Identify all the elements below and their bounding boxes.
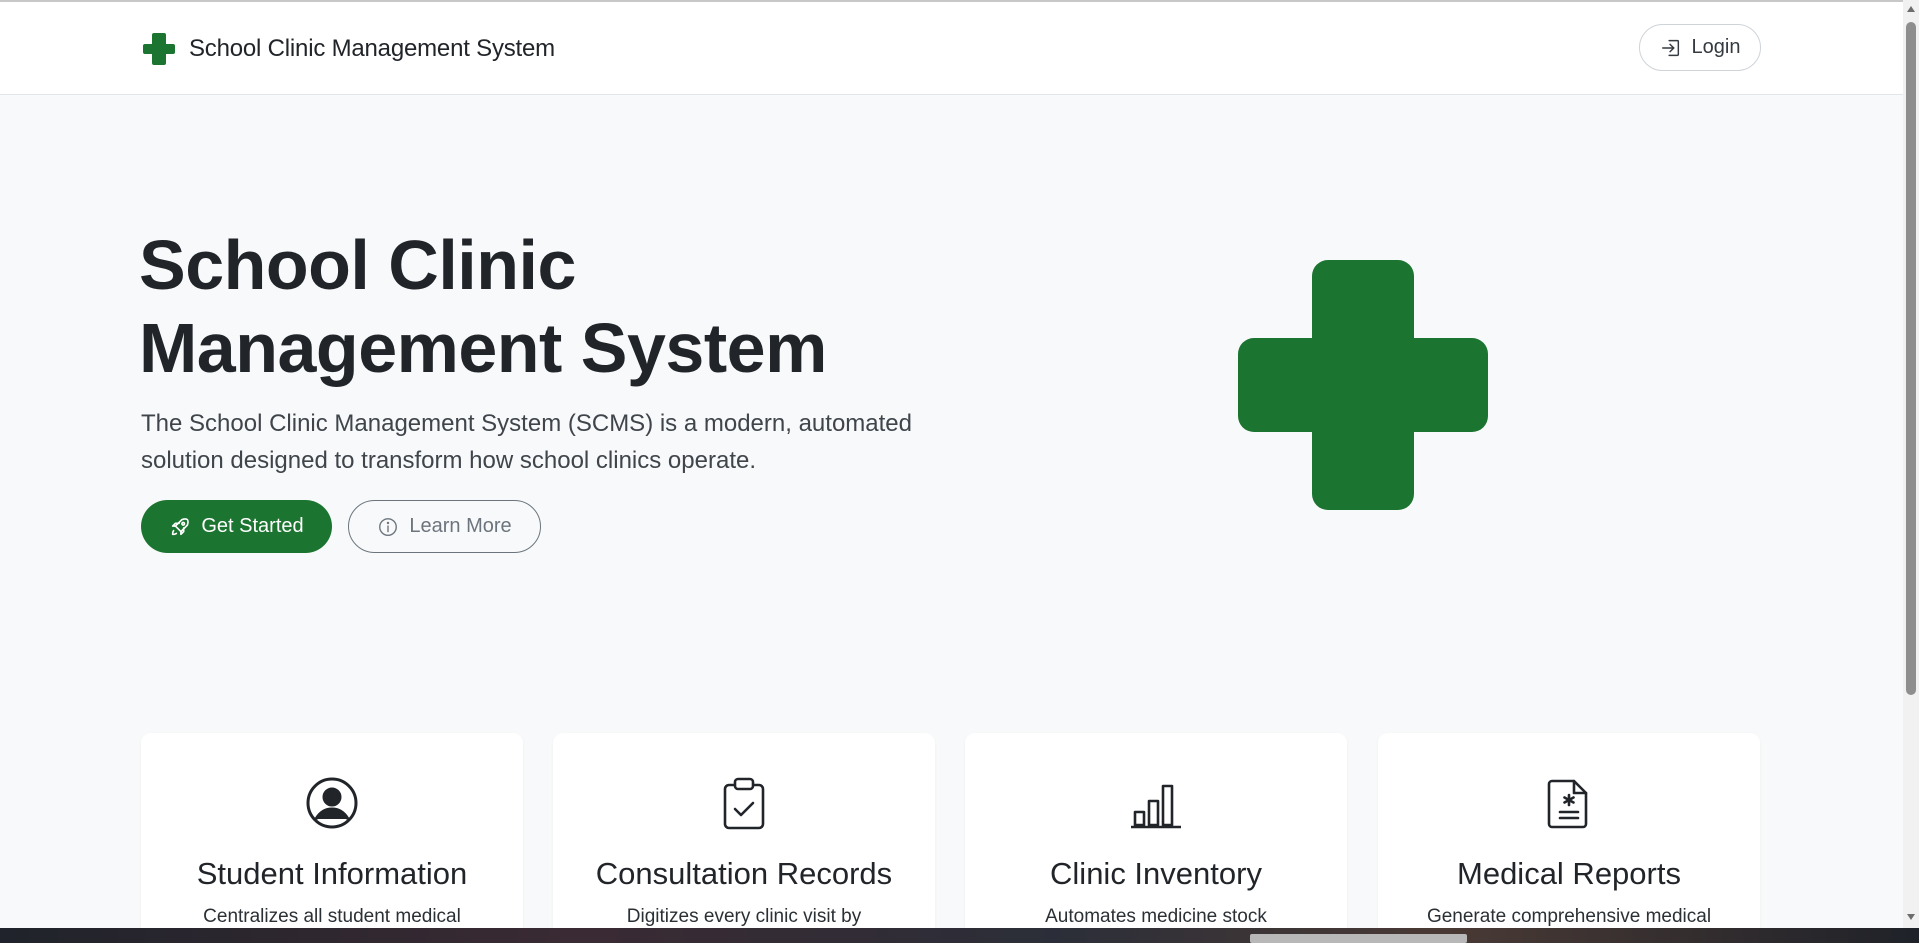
login-label: Login bbox=[1691, 36, 1741, 58]
feature-desc: Generate comprehensive medical bbox=[1426, 906, 1712, 927]
login-button[interactable]: Login bbox=[1639, 24, 1761, 71]
brand-title: School Clinic Management System bbox=[189, 35, 555, 62]
navbar: School Clinic Management System Login bbox=[0, 2, 1903, 95]
feature-desc: Centralizes all student medical bbox=[203, 906, 461, 927]
feature-title: Consultation Records bbox=[595, 856, 893, 891]
page-viewport: School Clinic Management System Login Sc… bbox=[0, 0, 1903, 928]
scroll-down-arrow-icon[interactable] bbox=[1906, 912, 1916, 922]
person-circle-icon bbox=[306, 777, 358, 829]
info-circle-icon bbox=[379, 517, 398, 536]
medical-cross-icon bbox=[143, 33, 175, 65]
feature-title: Clinic Inventory bbox=[1050, 856, 1262, 891]
vertical-scrollbar[interactable] bbox=[1903, 0, 1919, 928]
get-started-label: Get Started bbox=[201, 515, 304, 537]
feature-title: Student Information bbox=[196, 856, 468, 891]
rocket-icon bbox=[172, 517, 190, 535]
clipboard-check-icon bbox=[723, 777, 765, 830]
hero-title-line2: Management System bbox=[139, 309, 827, 387]
get-started-button[interactable]: Get Started bbox=[141, 500, 332, 553]
brand-link[interactable]: School Clinic Management System bbox=[141, 31, 555, 67]
taskbar-strip bbox=[0, 928, 1919, 943]
feature-card-medical-reports: Medical Reports Generate comprehensive m… bbox=[1378, 733, 1760, 928]
scrollbar-thumb[interactable] bbox=[1906, 22, 1916, 695]
login-icon bbox=[1661, 39, 1679, 56]
file-medical-icon bbox=[1547, 779, 1588, 829]
feature-desc: Digitizes every clinic visit by bbox=[626, 906, 862, 927]
feature-card-consultation-records: Consultation Records Digitizes every cli… bbox=[553, 733, 935, 928]
hero-title-line1: School Clinic bbox=[139, 226, 576, 304]
feature-card-clinic-inventory: Clinic Inventory Automates medicine stoc… bbox=[965, 733, 1347, 928]
hero-title: School Clinic Management System bbox=[139, 224, 899, 390]
hero-medical-cross-icon bbox=[1238, 260, 1488, 510]
learn-more-label: Learn More bbox=[409, 515, 512, 537]
learn-more-button[interactable]: Learn More bbox=[348, 500, 541, 553]
bar-chart-icon bbox=[1131, 784, 1181, 829]
hero-subtitle: The School Clinic Management System (SCM… bbox=[141, 410, 912, 474]
horizontal-scrollbar-thumb[interactable] bbox=[1250, 934, 1467, 943]
feature-desc: Automates medicine stock bbox=[1045, 906, 1267, 927]
scroll-up-arrow-icon[interactable] bbox=[1906, 4, 1916, 14]
feature-card-student-information: Student Information Centralizes all stud… bbox=[141, 733, 523, 928]
feature-title: Medical Reports bbox=[1457, 856, 1681, 891]
